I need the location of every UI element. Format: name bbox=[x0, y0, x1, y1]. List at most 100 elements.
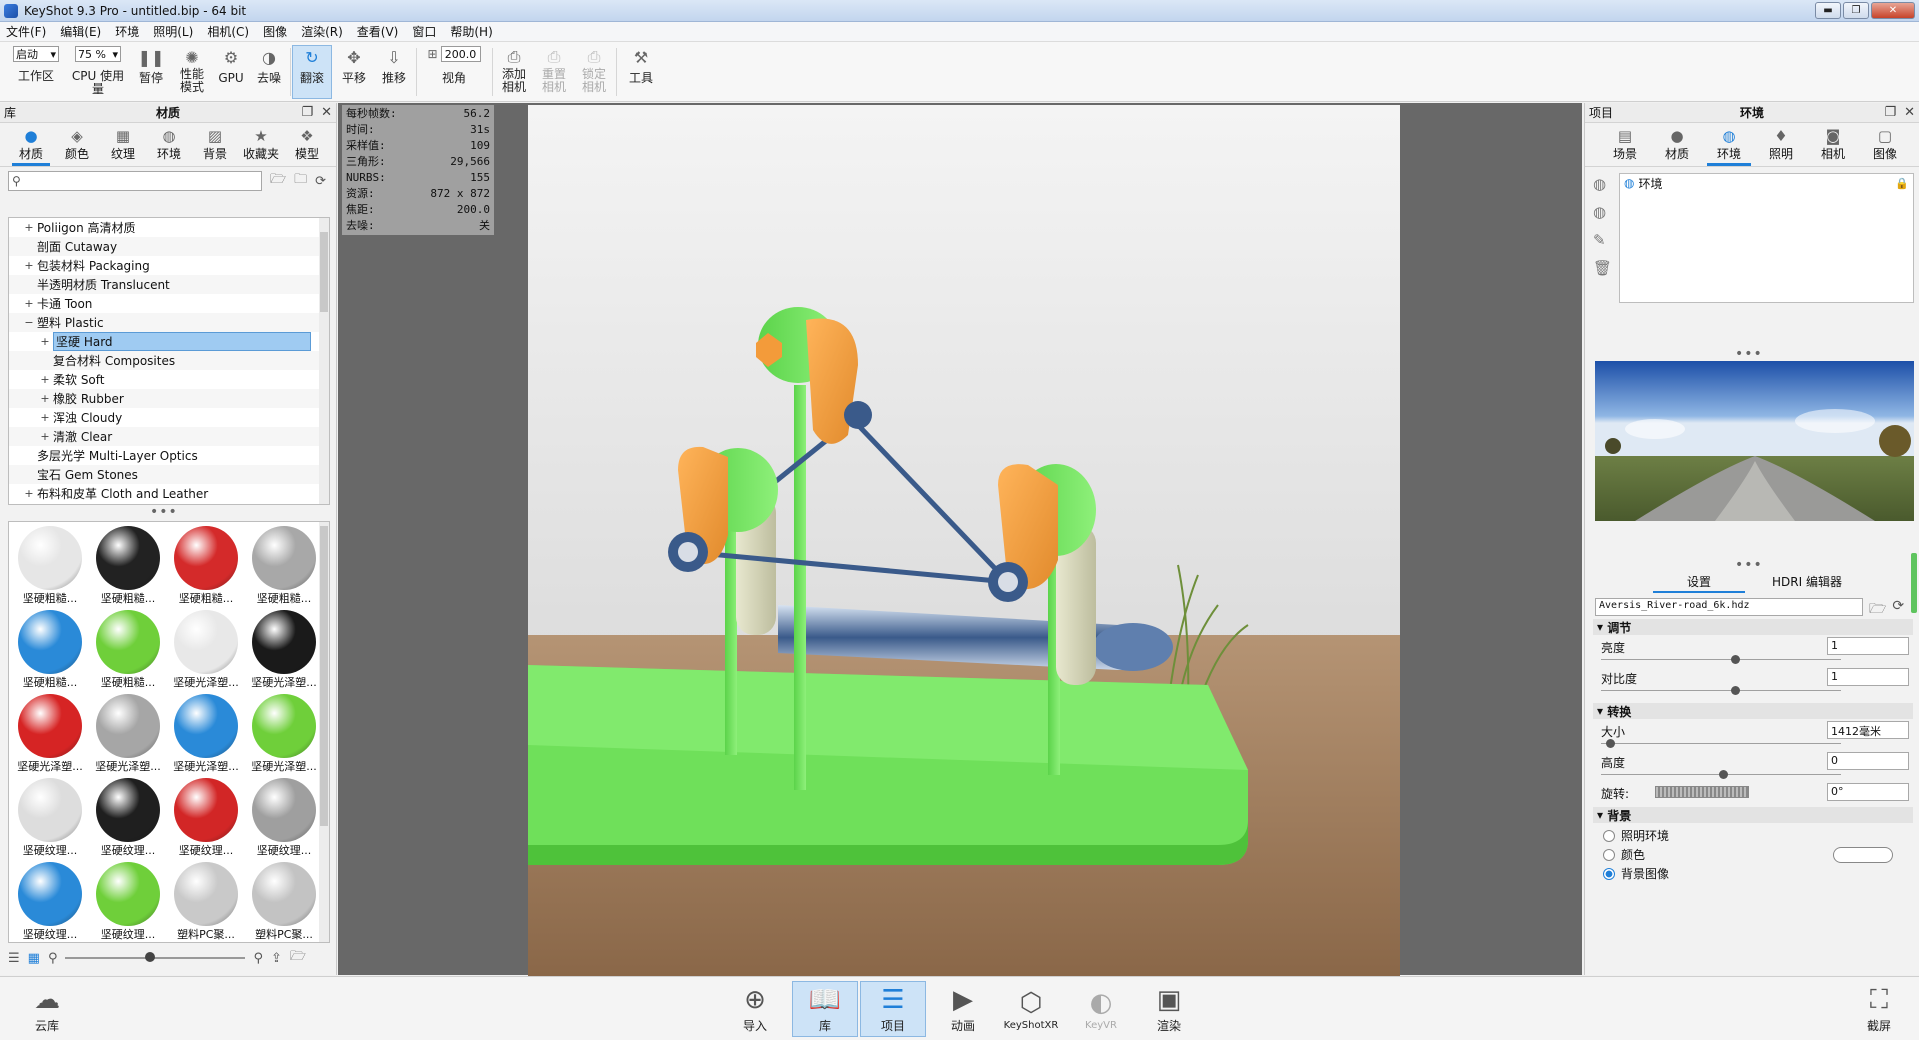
contrast-slider-knob[interactable] bbox=[1730, 686, 1740, 695]
menu-lighting[interactable]: 照明(L) bbox=[153, 23, 193, 40]
collapse-icon[interactable]: − bbox=[23, 316, 35, 329]
bg-option-lighting-env[interactable]: 照明环境 bbox=[1603, 827, 1669, 844]
tab-backgrounds[interactable]: ▨ 背景 bbox=[192, 123, 238, 166]
environment-list-item[interactable]: ◍ 环境 🔒 bbox=[1620, 174, 1913, 192]
tree-item[interactable]: + 橡胶 Rubber bbox=[9, 389, 329, 408]
project-button[interactable]: ☰ 项目 bbox=[860, 981, 926, 1037]
splitter-handle[interactable]: ••• bbox=[1735, 347, 1763, 361]
pan-button[interactable]: ✥ 平移 bbox=[336, 46, 372, 85]
tree-scrollbar[interactable] bbox=[319, 218, 329, 504]
hdri-file-input[interactable]: Aversis_River-road_6k.hdz bbox=[1595, 598, 1863, 616]
tab-environments[interactable]: ◍ 环境 bbox=[146, 123, 192, 166]
subtab-hdri-editor[interactable]: HDRI 编辑器 bbox=[1753, 573, 1861, 593]
tree-item[interactable]: + 柔软 Soft bbox=[9, 370, 329, 389]
thumbnail-size-slider[interactable] bbox=[65, 952, 246, 962]
material-thumbnail[interactable]: 坚硬光泽塑... bbox=[12, 694, 88, 774]
material-thumbnail[interactable]: 坚硬粗糙... bbox=[246, 526, 322, 606]
render-button[interactable]: ▣ 渲染 bbox=[1136, 981, 1202, 1037]
radio-button[interactable] bbox=[1603, 829, 1615, 842]
material-thumbnail[interactable]: 坚硬纹理... bbox=[12, 862, 88, 942]
hdri-preview[interactable] bbox=[1595, 361, 1914, 521]
section-transform[interactable]: ▾ 转换 bbox=[1593, 703, 1913, 719]
maximize-button[interactable]: ❐ bbox=[1843, 2, 1869, 19]
menu-file[interactable]: 文件(F) bbox=[6, 23, 46, 40]
material-thumbnail[interactable]: 坚硬纹理... bbox=[90, 862, 166, 942]
radio-button[interactable] bbox=[1603, 848, 1615, 861]
brightness-slider[interactable] bbox=[1601, 659, 1841, 660]
expand-icon[interactable]: + bbox=[39, 335, 51, 348]
keyvr-button[interactable]: ◐ KeyVR bbox=[1068, 981, 1134, 1037]
section-adjust[interactable]: ▾ 调节 bbox=[1593, 619, 1913, 635]
gpu-button[interactable]: ⚙ GPU bbox=[214, 46, 248, 85]
import-folder-icon[interactable]: 🗁 bbox=[290, 947, 306, 969]
lock-camera-button[interactable]: ⎙ 锁定 相机 bbox=[576, 46, 612, 94]
tree-item[interactable]: − 塑料 Plastic bbox=[9, 313, 329, 332]
tab-camera[interactable]: ◙ 相机 bbox=[1807, 123, 1859, 166]
thumbnail-size-knob[interactable] bbox=[144, 952, 155, 962]
menu-view[interactable]: 查看(V) bbox=[357, 23, 399, 40]
tree-item[interactable]: 宝石 Gem Stones bbox=[9, 465, 329, 484]
bg-option-image[interactable]: 背景图像 bbox=[1603, 865, 1669, 882]
menu-environment[interactable]: 环境 bbox=[115, 23, 139, 40]
open-folder-icon[interactable]: 🗁 bbox=[270, 170, 286, 192]
material-thumbnail[interactable]: 塑料PC聚... bbox=[246, 862, 322, 942]
bg-option-color[interactable]: 颜色 bbox=[1603, 846, 1645, 863]
material-thumbnail[interactable]: 坚硬光泽塑... bbox=[168, 694, 244, 774]
denoise-button[interactable]: ◑ 去噪 bbox=[252, 46, 286, 85]
tree-scrollbar-thumb[interactable] bbox=[320, 232, 328, 312]
contrast-slider[interactable] bbox=[1601, 690, 1841, 691]
subtab-settings[interactable]: 设置 bbox=[1645, 573, 1753, 593]
properties-scrollbar[interactable] bbox=[1911, 553, 1917, 613]
screenshot-button[interactable]: ⛶ 截屏 bbox=[1846, 981, 1912, 1037]
height-input[interactable]: 0 bbox=[1827, 752, 1909, 770]
splitter-handle[interactable]: ••• bbox=[150, 505, 178, 519]
expand-icon[interactable]: + bbox=[23, 297, 35, 310]
upload-icon[interactable]: ⇪ bbox=[271, 951, 282, 966]
expand-icon[interactable]: + bbox=[39, 411, 51, 424]
tree-item[interactable]: + 坚硬 Hard bbox=[9, 332, 329, 351]
tree-item[interactable]: + 布料和皮革 Cloth and Leather bbox=[9, 484, 329, 503]
section-background[interactable]: ▾ 背景 bbox=[1593, 807, 1913, 823]
tab-lighting[interactable]: ♦ 照明 bbox=[1755, 123, 1807, 166]
animation-button[interactable]: ▶ 动画 bbox=[930, 981, 996, 1037]
dolly-button[interactable]: ⇩ 推移 bbox=[376, 46, 412, 85]
material-thumbnail[interactable]: 坚硬粗糙... bbox=[90, 610, 166, 690]
brightness-input[interactable]: 1 bbox=[1827, 637, 1909, 655]
tree-item[interactable]: 多层光学 Multi-Layer Optics bbox=[9, 446, 329, 465]
keyshotxr-button[interactable]: ⬡ KeyShotXR bbox=[998, 981, 1064, 1037]
material-thumbnail[interactable]: 坚硬粗糙... bbox=[168, 526, 244, 606]
brightness-slider-knob[interactable] bbox=[1730, 655, 1740, 664]
expand-icon[interactable]: + bbox=[39, 373, 51, 386]
add-camera-button[interactable]: ⎙ 添加 相机 bbox=[496, 46, 532, 94]
add-environment-icon[interactable]: ◍ bbox=[1593, 175, 1612, 193]
tab-materials[interactable]: ● 材质 bbox=[8, 123, 54, 166]
pause-button[interactable]: ❚❚ 暂停 bbox=[134, 46, 168, 85]
background-color-swatch[interactable] bbox=[1833, 847, 1893, 863]
import-button[interactable]: ⊕ 导入 bbox=[722, 981, 788, 1037]
size-slider[interactable] bbox=[1601, 743, 1841, 744]
trash-icon[interactable]: 🗑 bbox=[1593, 259, 1612, 277]
menu-help[interactable]: 帮助(H) bbox=[450, 23, 492, 40]
expand-icon[interactable]: + bbox=[23, 221, 35, 234]
tree-item[interactable]: + 卡通 Toon bbox=[9, 294, 329, 313]
tree-item[interactable]: + 包装材料 Packaging bbox=[9, 256, 329, 275]
contrast-input[interactable]: 1 bbox=[1827, 668, 1909, 686]
close-panel-icon[interactable]: ✕ bbox=[1904, 105, 1915, 120]
expand-icon[interactable]: + bbox=[23, 259, 35, 272]
material-thumbnail[interactable]: 坚硬纹理... bbox=[246, 778, 322, 858]
material-thumbnail[interactable]: 坚硬纹理... bbox=[90, 778, 166, 858]
menu-window[interactable]: 窗口 bbox=[412, 23, 436, 40]
edit-environment-icon[interactable]: ✎ bbox=[1593, 231, 1612, 249]
material-thumbnail[interactable]: 坚硬粗糙... bbox=[12, 526, 88, 606]
tools-button[interactable]: ⚒ 工具 bbox=[622, 46, 660, 85]
tab-models[interactable]: ❖ 模型 bbox=[284, 123, 330, 166]
tab-project-materials[interactable]: ● 材质 bbox=[1651, 123, 1703, 166]
render-viewport[interactable] bbox=[338, 103, 1582, 977]
reset-camera-button[interactable]: ⎙ 重置 相机 bbox=[536, 46, 572, 94]
add-folder-icon[interactable]: 🗀 bbox=[294, 170, 307, 192]
minimize-button[interactable]: ▬ bbox=[1815, 2, 1841, 19]
duplicate-environment-icon[interactable]: ◍ bbox=[1593, 203, 1612, 221]
cpu-usage-select[interactable]: 75 % ▾ bbox=[75, 46, 121, 62]
tree-item[interactable]: + Poliigon 高清材质 bbox=[9, 218, 329, 237]
expand-icon[interactable]: + bbox=[39, 430, 51, 443]
